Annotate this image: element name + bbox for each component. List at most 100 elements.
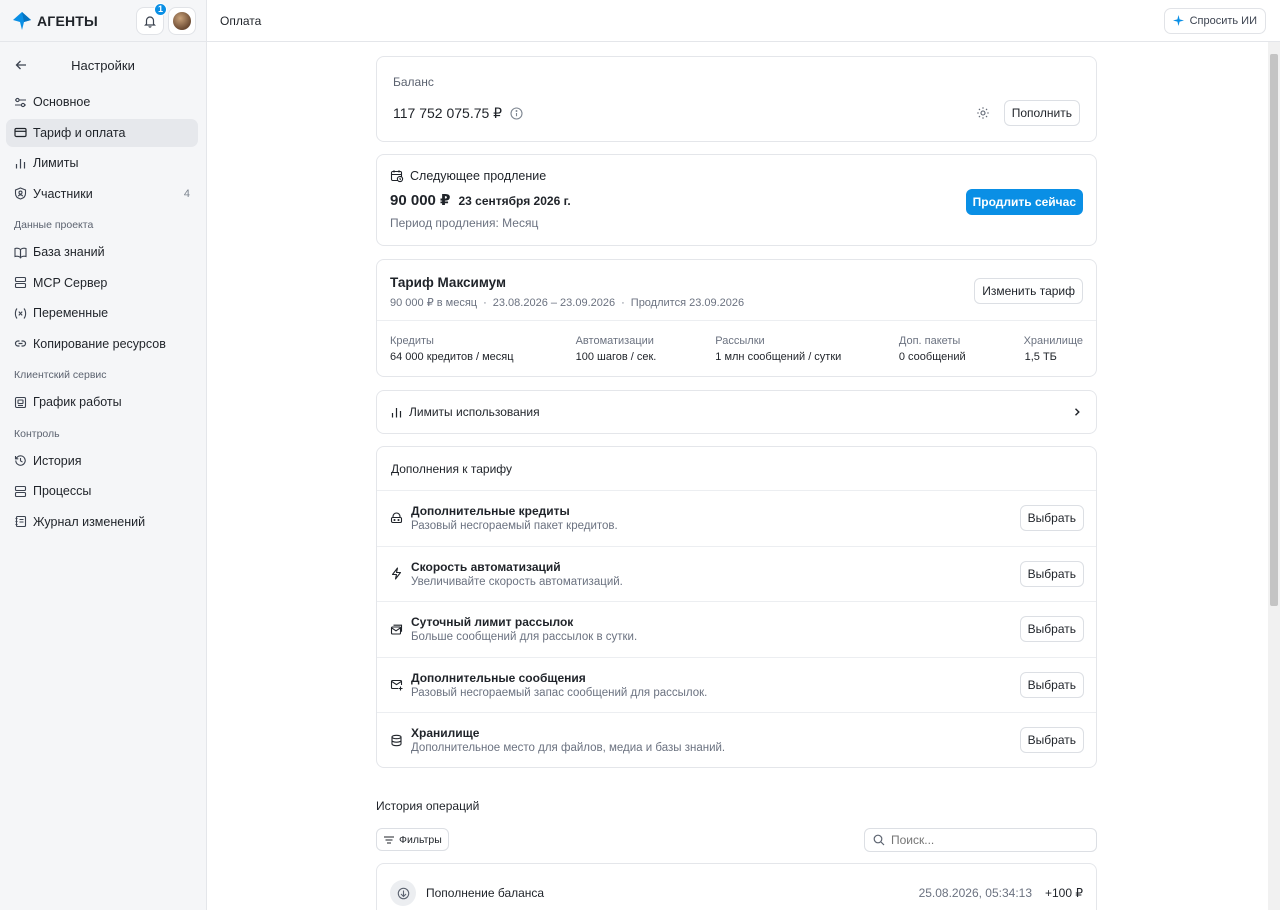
mail-plus-icon: [390, 678, 403, 691]
ask-ai-button[interactable]: Спросить ИИ: [1163, 7, 1266, 34]
plan-price: 90 000 ₽ в месяц: [390, 297, 478, 309]
plan-stat: Автоматизации 100 шагов / сек.: [576, 335, 716, 363]
separator-dot: ·: [621, 296, 625, 309]
sidebar-item-label: График работы: [33, 395, 122, 409]
brand-logo[interactable]: АГЕНТЫ: [12, 11, 132, 31]
sparkle-icon: [1172, 15, 1184, 26]
filters-button[interactable]: Фильтры: [376, 828, 449, 851]
variable-icon: [14, 307, 27, 320]
renewal-amount: 90 000 ₽: [390, 192, 451, 209]
filter-icon: [383, 834, 395, 846]
sliders-icon: [14, 96, 27, 109]
mail-stack-icon: [390, 623, 403, 636]
sidebar-item-members[interactable]: Участники 4: [6, 180, 198, 208]
addon-select-button[interactable]: Выбрать: [1019, 616, 1084, 643]
addon-title: Хранилище: [411, 726, 480, 741]
sidebar-item-label: Копирование ресурсов: [33, 336, 166, 351]
renew-now-button[interactable]: Продлить сейчас: [965, 188, 1083, 215]
plan-extends: Продлится 23.09.2026: [630, 296, 745, 309]
addon-desc: Дополнительное место для файлов, медиа и…: [411, 742, 726, 755]
notifications-badge: 1: [154, 2, 167, 16]
addon-title: Скорость автоматизаций: [411, 559, 561, 574]
sidebar-section-control: Контроль: [14, 427, 60, 440]
sidebar-item-history[interactable]: История: [6, 447, 198, 475]
plan-stat-key: Кредиты: [390, 335, 434, 347]
usage-limits-label: Лимиты использования: [409, 405, 540, 419]
back-arrow-icon[interactable]: [14, 58, 28, 72]
usage-limits-row[interactable]: Лимиты использования: [376, 390, 1097, 434]
addon-select-button[interactable]: Выбрать: [1019, 505, 1084, 532]
change-plan-button[interactable]: Изменить тариф: [974, 278, 1083, 304]
history-row[interactable]: Пополнение баланса 25.08.2026, 05:34:13 …: [376, 863, 1097, 910]
addon-select-button[interactable]: Выбрать: [1019, 560, 1084, 587]
profile-button[interactable]: [168, 6, 196, 35]
search-field[interactable]: [864, 828, 1097, 852]
server-icon: [14, 485, 27, 498]
sidebar-item-label: История: [33, 453, 82, 468]
renewal-card: Следующее продление 90 000 ₽ 23 сентября…: [376, 154, 1097, 246]
addon-desc: Разовый несгораемый пакет кредитов.: [411, 520, 618, 533]
plan-stat-key: Автоматизации: [575, 335, 654, 347]
gear-icon[interactable]: [976, 106, 990, 120]
sidebar-item-mcp[interactable]: MCP Сервер: [6, 269, 198, 297]
database-icon: [390, 734, 403, 747]
balance-amount: 117 752 075.75 ₽: [393, 104, 503, 121]
sidebar-section-project: Данные проекта: [14, 219, 94, 231]
renewal-period: Период продления: Месяц: [390, 216, 539, 230]
notifications-button[interactable]: 1: [136, 2, 167, 35]
sidebar-item-limits[interactable]: Лимиты: [6, 149, 198, 177]
nav-main: Основное Тариф и оплата Лимиты Участники…: [0, 88, 206, 208]
sidebar-item-changelog[interactable]: Журнал изменений: [6, 508, 198, 536]
addon-row: Хранилище Дополнительное место для файлов…: [377, 712, 1096, 768]
search-input[interactable]: [891, 833, 1081, 847]
plan-stat: Хранилище 1,5 ТБ: [1024, 335, 1083, 363]
history-icon: [14, 454, 27, 467]
sidebar-top: АГЕНТЫ 1: [0, 0, 206, 42]
scrollbar-thumb[interactable]: [1270, 54, 1278, 606]
info-icon[interactable]: [510, 106, 523, 120]
sidebar-item-copy-resources[interactable]: Копирование ресурсов: [6, 330, 198, 358]
plan-stat-value: 64 000 кредитов / месяц: [390, 351, 514, 363]
plan-stat-value: 1 млн сообщений / сутки: [715, 351, 842, 363]
bar-chart-icon: [390, 406, 403, 419]
settings-header: Настройки: [0, 42, 206, 88]
separator-dot: ·: [483, 296, 487, 309]
lightning-icon: [390, 567, 403, 580]
plan-range: 23.08.2026 – 23.09.2026: [492, 296, 616, 309]
ask-ai-label: Спросить ИИ: [1189, 14, 1257, 27]
plan-card: Тариф Максимум 90 000 ₽ в месяц · 23.08.…: [376, 259, 1097, 377]
scrollbar[interactable]: [1268, 42, 1280, 910]
plan-stat: Кредиты 64 000 кредитов / месяц: [390, 335, 576, 363]
sidebar-item-schedule[interactable]: График работы: [6, 388, 198, 416]
sidebar-item-label: Журнал изменений: [33, 514, 146, 529]
sidebar-item-billing[interactable]: Тариф и оплата: [6, 118, 198, 147]
sidebar-item-label: Тариф и оплата: [33, 125, 126, 140]
plan-stat-value: 0 сообщений: [898, 351, 966, 363]
history-row-amount: +100 ₽: [1045, 886, 1083, 900]
book-icon: [14, 246, 27, 259]
brand-logo-icon: [12, 11, 32, 31]
search-icon: [873, 834, 885, 846]
server-icon: [14, 276, 27, 289]
avatar: [173, 11, 191, 30]
plan-stat-key: Рассылки: [715, 335, 765, 347]
addon-row: Дополнительные сообщения Разовый несгорае…: [377, 656, 1096, 713]
sidebar-item-variables[interactable]: Переменные: [6, 299, 198, 327]
plan-title: Тариф Максимум: [390, 275, 506, 290]
sidebar-item-knowledge[interactable]: База знаний: [6, 238, 198, 266]
sidebar-item-label: MCP Сервер: [33, 275, 108, 290]
calendar-clock-icon: [390, 169, 404, 183]
sidebar-item-basic[interactable]: Основное: [6, 88, 198, 116]
sidebar-item-label: Лимиты: [33, 156, 79, 170]
addon-desc: Больше сообщений для рассылок в сутки.: [411, 631, 638, 644]
addon-select-button[interactable]: Выбрать: [1019, 671, 1084, 698]
addon-select-button[interactable]: Выбрать: [1019, 727, 1084, 754]
plan-stat-key: Доп. пакеты: [898, 335, 961, 347]
shield-icon: [14, 187, 27, 200]
sidebar-item-label: Процессы: [33, 484, 92, 498]
addon-title: Суточный лимит рассылок: [411, 615, 574, 630]
sidebar-item-processes[interactable]: Процессы: [6, 477, 198, 505]
topup-button[interactable]: Пополнить: [1003, 100, 1080, 126]
addon-title: Дополнительные кредиты: [411, 504, 570, 519]
renewal-title: Следующее продление: [410, 169, 547, 183]
